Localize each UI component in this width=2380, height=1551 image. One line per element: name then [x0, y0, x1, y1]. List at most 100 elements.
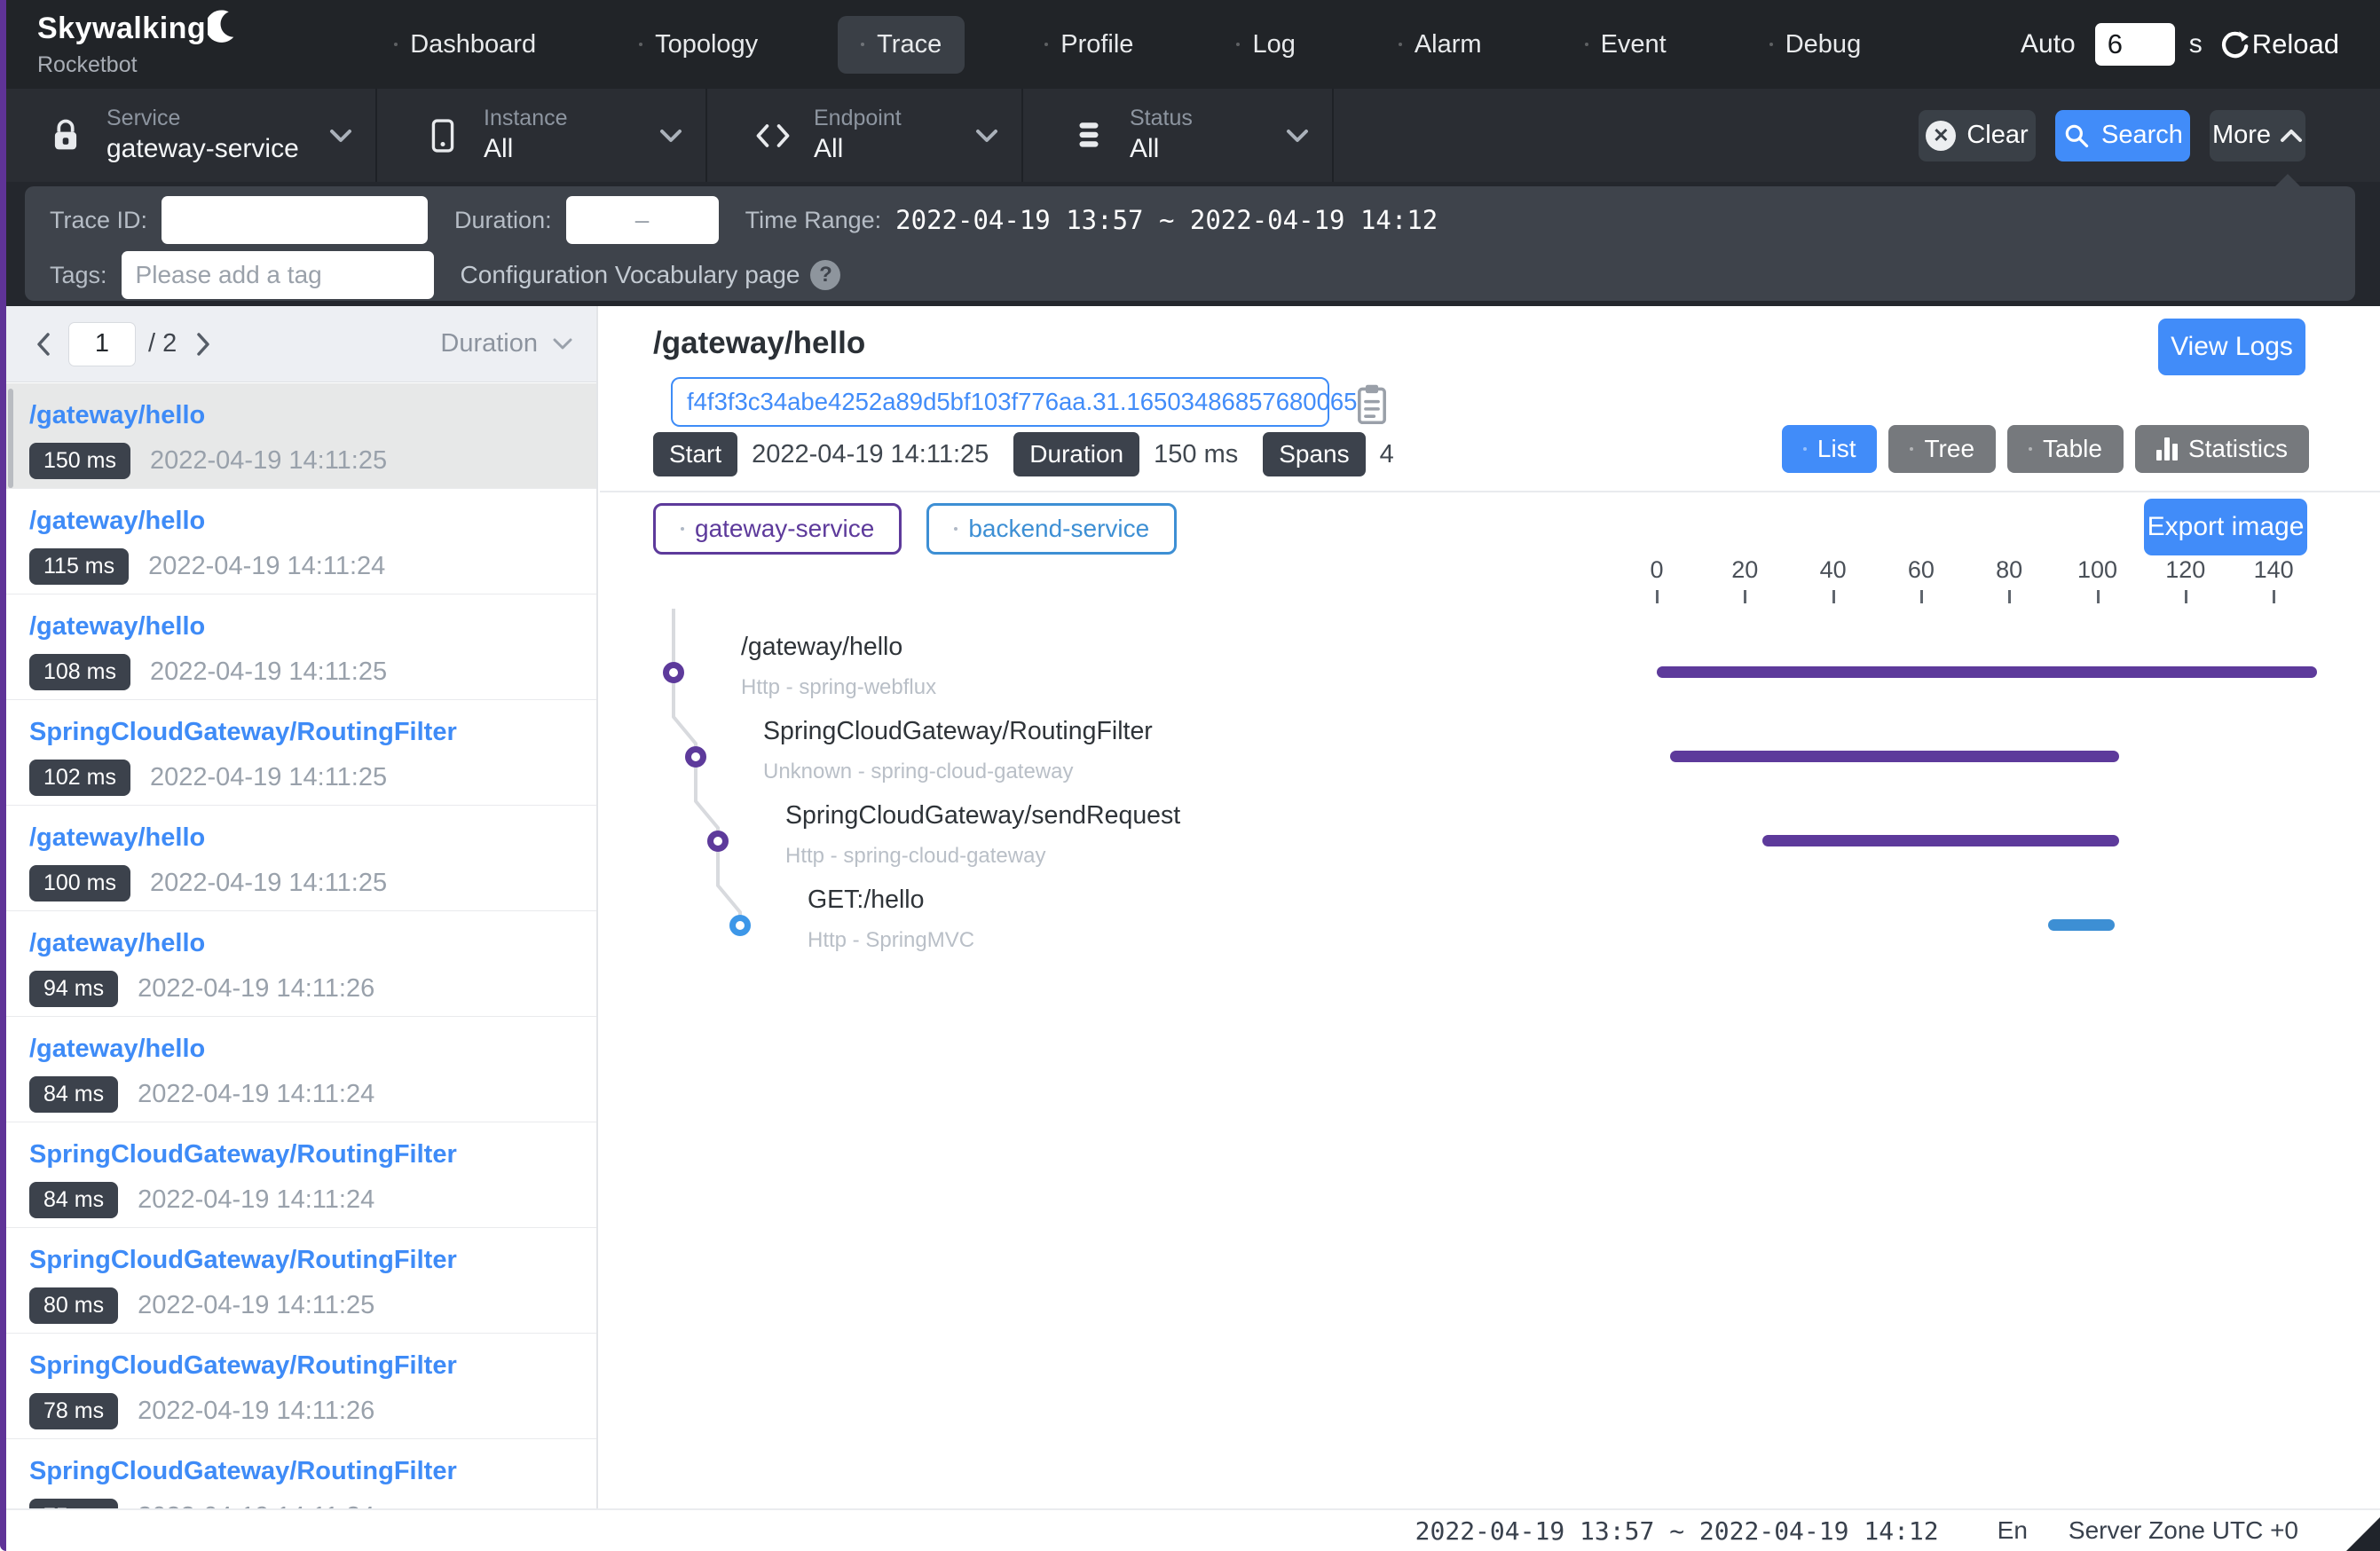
app-logo[interactable]: Skywalking Rocketbot — [37, 13, 238, 76]
top-navbar: Skywalking Rocketbot Dashboard Topology … — [0, 0, 2380, 89]
axis-tick-label: 60 — [1908, 556, 1935, 584]
axis-tick-mark — [2273, 590, 2275, 603]
language-toggle[interactable]: En — [1998, 1516, 2028, 1545]
footer-time-range[interactable]: 2022-04-19 13:57 ~ 2022-04-19 14:12 — [1415, 1516, 1939, 1546]
clear-button[interactable]: ✕ Clear — [1919, 110, 2036, 161]
legend-backend-service[interactable]: backend-service — [926, 503, 1177, 555]
view-button-statistics[interactable]: Statistics — [2135, 425, 2309, 473]
advanced-filter-panel: Trace ID: Duration: Time Range: 2022-04-… — [25, 186, 2355, 301]
trace-list-item[interactable]: /gateway/hello 150 ms 2022-04-19 14:11:2… — [6, 383, 596, 489]
page-total: / 2 — [148, 329, 177, 358]
trace-list-item[interactable]: /gateway/hello 100 ms 2022-04-19 14:11:2… — [6, 806, 596, 911]
filter-group-service[interactable]: Service gateway-service — [0, 89, 377, 182]
span-duration-bar[interactable] — [2048, 919, 2114, 931]
trace-item-duration-badge: 78 ms — [29, 1393, 118, 1429]
nav-item-alarm[interactable]: Alarm — [1375, 16, 1505, 74]
help-icon[interactable]: ? — [810, 260, 840, 290]
trace-list-item[interactable]: SpringCloudGateway/RoutingFilter 78 ms 2… — [6, 1334, 596, 1439]
view-logs-button[interactable]: View Logs — [2158, 319, 2305, 375]
time-range-value[interactable]: 2022-04-19 13:57 ~ 2022-04-19 14:12 — [895, 205, 1438, 235]
nav-separator-dot — [1044, 43, 1048, 46]
trace-list-item[interactable]: /gateway/hello 84 ms 2022-04-19 14:11:24 — [6, 1017, 596, 1122]
nav-separator-dot — [394, 43, 398, 46]
span-name[interactable]: /gateway/hello — [741, 633, 902, 662]
span-name[interactable]: GET:/hello — [808, 886, 924, 915]
trace-list-item[interactable]: /gateway/hello 94 ms 2022-04-19 14:11:26 — [6, 911, 596, 1017]
nav-item-event[interactable]: Event — [1562, 16, 1690, 74]
axis-tick-mark — [1744, 590, 1746, 603]
auto-interval-input[interactable] — [2095, 23, 2175, 66]
service-legend: gateway-service backend-service — [653, 503, 1177, 555]
nav-item-topology[interactable]: Topology — [616, 16, 781, 74]
nav-item-log[interactable]: Log — [1213, 16, 1318, 74]
trace-id-input[interactable] — [162, 196, 428, 244]
search-icon — [2062, 122, 2091, 150]
trace-list-item[interactable]: SpringCloudGateway/RoutingFilter 80 ms 2… — [6, 1228, 596, 1334]
app-root: Skywalking Rocketbot Dashboard Topology … — [0, 0, 2380, 1551]
trace-item-timestamp: 2022-04-19 14:11:26 — [138, 974, 374, 1004]
export-image-button[interactable]: Export image — [2144, 499, 2307, 555]
span-node-icon[interactable] — [663, 662, 684, 683]
logo-subtitle: Rocketbot — [37, 54, 238, 76]
chevron-down-icon — [329, 128, 352, 144]
span-node-icon[interactable] — [707, 831, 729, 852]
axis-tick-label: 20 — [1731, 556, 1758, 584]
axis-tick-mark — [2097, 590, 2100, 603]
trace-list-item[interactable]: SpringCloudGateway/RoutingFilter 75 ms 2… — [6, 1439, 596, 1508]
start-badge: Start — [653, 432, 737, 476]
nav-item-dashboard[interactable]: Dashboard — [371, 16, 559, 74]
trace-list-item[interactable]: /gateway/hello 115 ms 2022-04-19 14:11:2… — [6, 489, 596, 594]
reload-icon — [2217, 28, 2250, 61]
span-node-icon[interactable] — [685, 746, 706, 768]
trace-item-title: /gateway/hello — [29, 507, 596, 536]
trace-list-item[interactable]: /gateway/hello 108 ms 2022-04-19 14:11:2… — [6, 594, 596, 700]
span-layer: Http - spring-webflux — [741, 675, 936, 700]
nav-separator-dot — [861, 43, 864, 46]
next-page-button[interactable] — [189, 326, 217, 363]
duration-input[interactable] — [566, 196, 719, 244]
server-zone[interactable]: Server Zone UTC +0 — [2069, 1516, 2298, 1545]
sort-dropdown[interactable]: Duration — [440, 329, 573, 358]
span-name[interactable]: SpringCloudGateway/RoutingFilter — [763, 717, 1153, 746]
axis-tick-label: 120 — [2165, 556, 2205, 584]
filter-group-endpoint[interactable]: Endpoint All — [707, 89, 1023, 182]
filter-group-status[interactable]: Status All — [1023, 89, 1334, 182]
logo-title: Skywalking — [37, 13, 206, 43]
tags-input[interactable] — [122, 251, 434, 299]
span-node-icon[interactable] — [729, 915, 751, 936]
span-duration-bar[interactable] — [1762, 835, 2119, 846]
reload-label: Reload — [2252, 28, 2339, 60]
corner-grip — [2346, 1517, 2380, 1551]
prev-page-button[interactable] — [29, 326, 58, 363]
panel-arrow — [2274, 174, 2302, 188]
legend-gateway-service[interactable]: gateway-service — [653, 503, 902, 555]
view-button-list[interactable]: List — [1782, 425, 1878, 473]
copy-trace-id-button[interactable] — [1352, 381, 1391, 427]
nav-item-debug[interactable]: Debug — [1746, 16, 1884, 74]
trace-item-timestamp: 2022-04-19 14:11:24 — [148, 552, 385, 581]
nav-item-trace[interactable]: Trace — [838, 16, 965, 74]
advanced-filter-area: Trace ID: Duration: Time Range: 2022-04-… — [0, 182, 2380, 306]
reload-button[interactable]: Reload — [2217, 28, 2339, 61]
axis-tick-mark — [2185, 590, 2187, 603]
axis-tick-mark — [2008, 590, 2011, 603]
vocabulary-link[interactable]: Configuration Vocabulary page ? — [461, 260, 841, 290]
search-button[interactable]: Search — [2055, 110, 2190, 161]
span-name[interactable]: SpringCloudGateway/sendRequest — [785, 801, 1180, 831]
trace-item-duration-badge: 84 ms — [29, 1182, 118, 1218]
more-button[interactable]: More — [2210, 110, 2305, 161]
trace-list-item[interactable]: SpringCloudGateway/RoutingFilter 84 ms 2… — [6, 1122, 596, 1228]
axis-tick-label: 140 — [2254, 556, 2294, 584]
view-button-table[interactable]: Table — [2007, 425, 2124, 473]
list-scrollbar-thumb[interactable] — [8, 389, 13, 488]
span-duration-bar[interactable] — [1670, 751, 2119, 762]
trace-detail-panel: /gateway/hello View Logs f4f3f3c34abe425… — [600, 306, 2380, 1508]
trace-id-select[interactable]: f4f3f3c34abe4252a89d5bf103f776aa.31.1650… — [671, 377, 1329, 427]
filter-group-instance[interactable]: Instance All — [377, 89, 707, 182]
view-button-tree[interactable]: Tree — [1888, 425, 1996, 473]
span-duration-bar[interactable] — [1657, 666, 2317, 678]
trace-item-timestamp: 2022-04-19 14:11:24 — [138, 1502, 374, 1508]
nav-item-profile[interactable]: Profile — [1021, 16, 1156, 74]
trace-list-item[interactable]: SpringCloudGateway/RoutingFilter 102 ms … — [6, 700, 596, 806]
page-number-input[interactable] — [68, 322, 136, 366]
